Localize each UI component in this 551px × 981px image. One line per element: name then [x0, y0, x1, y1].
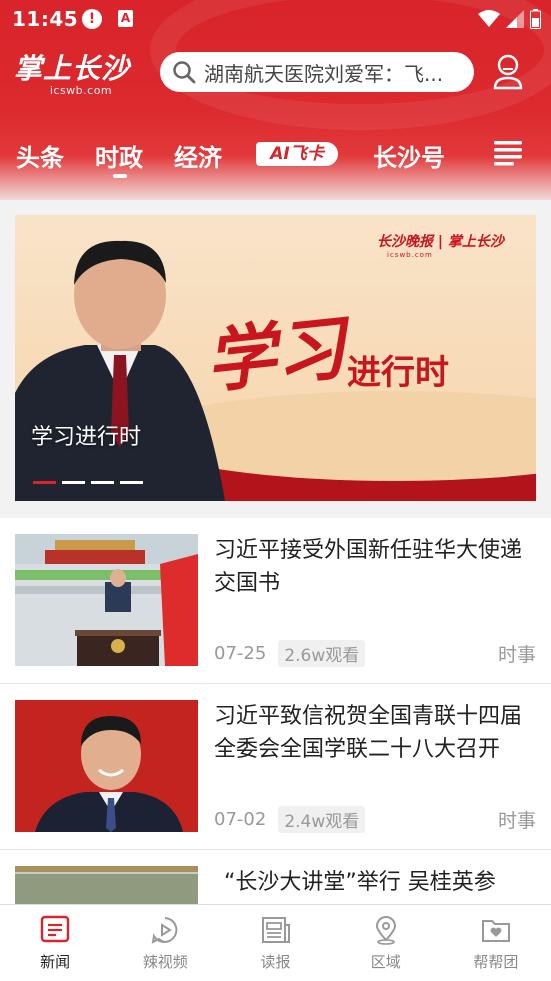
bottom-navigation: 新闻 辣视频 读报 区域 帮帮团	[0, 904, 551, 981]
news-item[interactable]: 习近平接受外国新任驻华大使递交国书 07-25 2.6w观看 时事	[0, 518, 551, 684]
nav-label: 读报	[260, 953, 291, 971]
carousel-dot[interactable]	[120, 481, 143, 484]
logo-text: 掌上长沙	[14, 52, 131, 85]
app-logo[interactable]: 掌上长沙 icswb.com	[14, 52, 131, 98]
banner-brand-domain: icswb.com	[387, 251, 433, 259]
alert-notification-icon: !	[82, 9, 102, 29]
news-category: 时事	[497, 810, 536, 832]
nav-newspaper[interactable]: 读报	[220, 905, 330, 981]
news-date: 07-02	[214, 809, 267, 830]
nav-label: 帮帮团	[473, 953, 519, 971]
news-thumbnail	[15, 700, 198, 832]
news-date: 07-25	[214, 643, 267, 664]
nav-region[interactable]: 区域	[331, 905, 441, 981]
wifi-icon	[478, 10, 500, 27]
banner-progress-text: 进行时	[347, 353, 449, 393]
banner-brand: 长沙晚报 | 掌上长沙	[377, 234, 504, 250]
news-title: “长沙大讲堂”举行 吴桂英参	[224, 870, 496, 895]
signal-icon	[506, 10, 524, 28]
news-item[interactable]: 习近平致信祝贺全国青联十四届全委会全国学联二十八大召开 07-02 2.4w观看…	[0, 684, 551, 850]
nav-news[interactable]: 新闻	[0, 905, 110, 981]
tab-ai-card[interactable]: AI飞卡	[256, 142, 338, 166]
banner-study-text: 学习	[201, 305, 350, 404]
newspaper-icon	[261, 917, 290, 943]
news-views: 2.6w观看	[278, 640, 366, 667]
logo-domain: icswb.com	[49, 84, 113, 97]
app-header: 11:45 ! A 掌上长沙 icswb.com 湖南航天医院刘爱军：飞... …	[0, 0, 551, 200]
tab-changsha-account[interactable]: 长沙号	[373, 138, 445, 173]
location-icon	[375, 916, 396, 945]
user-icon	[493, 54, 523, 90]
news-meta: 07-02 2.4w观看	[214, 806, 366, 833]
banner-caption: 学习进行时	[31, 425, 142, 450]
news-thumbnail	[15, 866, 198, 904]
app-notification-icon: A	[118, 10, 133, 27]
carousel-dot[interactable]	[91, 481, 114, 484]
user-profile-button[interactable]	[490, 52, 526, 92]
carousel-dot[interactable]	[62, 481, 85, 484]
news-title: 习近平接受外国新任驻华大使递交国书	[214, 538, 523, 596]
tab-politics[interactable]: 时政	[95, 138, 143, 173]
nav-label: 区域	[370, 953, 401, 971]
news-title: 习近平致信祝贺全国青联十四届全委会全国学联二十八大召开	[214, 704, 523, 762]
news-meta: 07-25 2.6w观看	[214, 640, 366, 667]
featured-banner[interactable]: 长沙晚报 | 掌上长沙 icswb.com 学习 进行时 学习进行时	[15, 215, 536, 501]
news-image	[15, 534, 198, 666]
battery-icon	[530, 9, 541, 29]
banner-portrait	[15, 240, 225, 501]
news-image	[15, 866, 198, 904]
status-bar: 11:45 ! A	[0, 0, 551, 38]
status-time: 11:45	[12, 7, 79, 31]
tab-active-indicator	[113, 174, 127, 178]
channel-menu-button[interactable]	[494, 140, 524, 166]
news-views: 2.4w观看	[278, 806, 366, 833]
search-bar[interactable]: 湖南航天医院刘爱军：飞...	[160, 52, 474, 92]
news-category: 时事	[497, 644, 536, 666]
tab-headlines[interactable]: 头条	[16, 138, 64, 173]
news-thumbnail	[15, 534, 198, 666]
news-item[interactable]: “长沙大讲堂”举行 吴桂英参	[0, 850, 551, 904]
search-icon	[173, 61, 196, 84]
video-icon	[151, 917, 178, 944]
news-icon	[40, 915, 70, 943]
nav-video[interactable]: 辣视频	[110, 905, 220, 981]
nav-help-group[interactable]: 帮帮团	[441, 905, 551, 981]
news-image	[15, 700, 198, 832]
folder-heart-icon	[481, 920, 510, 942]
nav-label: 辣视频	[142, 953, 188, 971]
carousel-indicator	[33, 481, 143, 484]
news-list: 习近平接受外国新任驻华大使递交国书 07-25 2.6w观看 时事 习近平致信祝…	[0, 518, 551, 904]
menu-icon	[494, 141, 522, 166]
carousel-dot-active[interactable]	[33, 481, 56, 484]
search-placeholder: 湖南航天医院刘爱军：飞...	[204, 61, 444, 86]
status-icons	[478, 8, 541, 30]
tab-economy[interactable]: 经济	[174, 138, 222, 173]
nav-label: 新闻	[40, 953, 71, 971]
